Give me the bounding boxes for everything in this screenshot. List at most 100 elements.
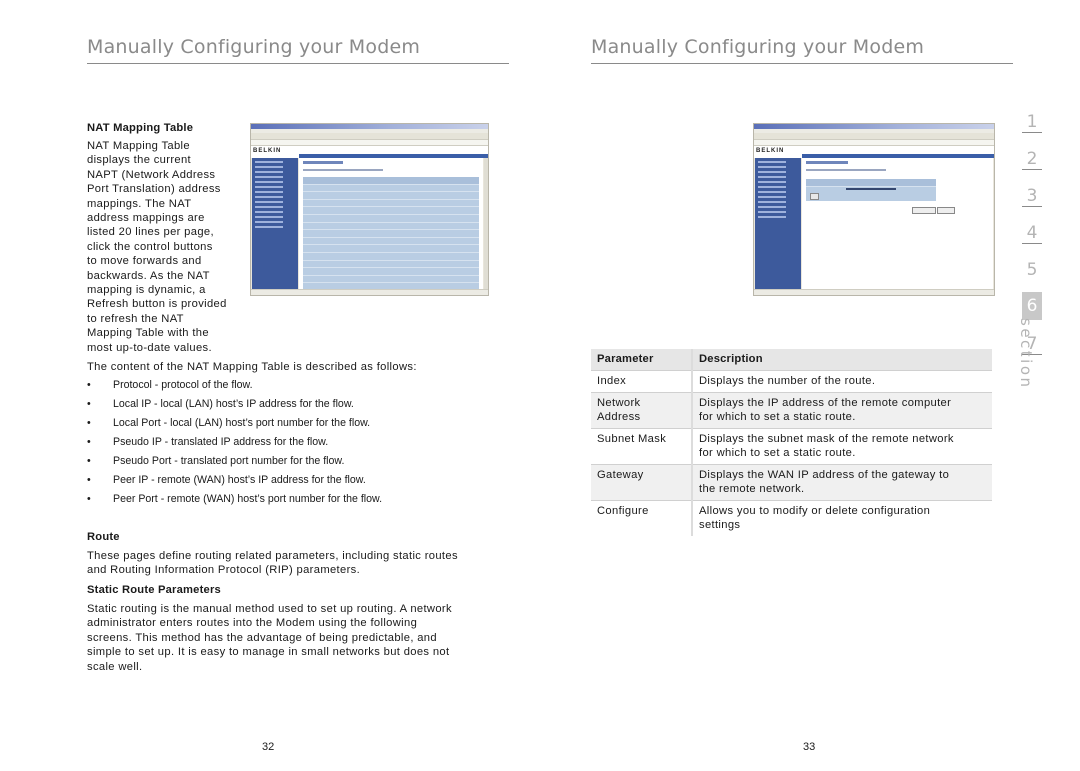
paragraph-line: scale well. <box>87 660 143 673</box>
paragraph-line: NAPT (Network Address <box>87 168 216 181</box>
bullet-icon: • <box>87 417 91 429</box>
browser-scrollbar <box>484 158 488 289</box>
section-tab-6[interactable]: 6 <box>1022 292 1042 320</box>
nat-mapping-screenshot: BELKIN <box>250 123 489 296</box>
list-item-text: Pseudo IP - translated IP address for th… <box>113 436 329 448</box>
static-route-grid <box>806 179 936 201</box>
left-header-rule <box>87 63 509 64</box>
list-item-text: Local IP - local (LAN) host’s IP address… <box>113 398 354 410</box>
static-route-parameter-table: Parameter Description Index Displays the … <box>591 349 992 536</box>
static-route-heading: Static Route Parameters <box>87 584 221 596</box>
browser-status-bar <box>754 289 994 295</box>
section-divider <box>1022 132 1042 133</box>
grid-row <box>303 192 479 200</box>
grid-row <box>303 253 479 261</box>
parameter-cell: Configure <box>591 500 693 536</box>
grid-row <box>303 223 479 231</box>
paragraph-line: click the control buttons <box>87 240 213 253</box>
list-item: • Pseudo IP - translated IP address for t… <box>87 435 507 454</box>
grid-row <box>303 177 479 185</box>
description-cell: Displays the WAN IP address of the gatew… <box>692 464 992 501</box>
belkin-logo: BELKIN <box>253 148 282 154</box>
paragraph-line: Static routing is the manual method used… <box>87 603 452 615</box>
paragraph-line: administrator enters routes into the Mod… <box>87 617 418 630</box>
table-row: Network Address Displays the IP address of… <box>591 392 992 429</box>
router-main-area <box>299 158 483 291</box>
list-item-text: Peer IP - remote (WAN) host’s IP address… <box>113 474 366 486</box>
description-cell: Displays the number of the route. <box>692 370 992 393</box>
list-item: • Protocol - protocol of the flow. <box>87 378 507 397</box>
column-header-description: Description <box>692 349 992 371</box>
browser-toolbar <box>251 133 488 140</box>
section-divider <box>1022 169 1042 170</box>
paragraph-line: most up-to-date values. <box>87 341 212 354</box>
page-number-left: 32 <box>262 741 275 753</box>
router-sidebar <box>755 158 801 289</box>
list-item-text: Pseudo Port - translated port number for… <box>113 455 345 467</box>
right-header-rule <box>591 63 1013 64</box>
add-button <box>937 207 955 214</box>
section-divider <box>1022 243 1042 244</box>
paragraph-line: Refresh button is provided <box>87 298 227 311</box>
bullet-icon: • <box>87 455 91 467</box>
grid-row <box>303 238 479 246</box>
bullet-icon: • <box>87 398 91 410</box>
paragraph-line: NAT Mapping Table <box>87 140 190 152</box>
table-row: Subnet Mask Displays the subnet mask of t… <box>591 428 992 465</box>
parameter-cell: Subnet Mask <box>591 428 693 465</box>
paragraph-line: displays the current <box>87 154 192 167</box>
grid-row <box>303 200 479 208</box>
route-heading: Route <box>87 531 120 543</box>
list-item: • Pseudo Port - translated port number fo… <box>87 454 507 473</box>
description-cell: Displays the subnet mask of the remote n… <box>692 428 992 465</box>
nat-mapping-paragraph: NAT Mapping Table displays the current NAP… <box>87 139 247 355</box>
right-page-header: Manually Configuring your Modem <box>591 36 925 58</box>
parameter-cell: Gateway <box>591 464 693 501</box>
list-item-text: Local Port - local (LAN) host’s port num… <box>113 417 371 429</box>
belkin-logo: BELKIN <box>756 148 785 154</box>
apply-button <box>912 207 936 214</box>
grid-row <box>303 230 479 238</box>
route-paragraph: These pages define routing related param… <box>87 549 507 578</box>
description-cell: Displays the IP address of the remote co… <box>692 392 992 429</box>
paragraph-line: Mapping Table with the <box>87 327 209 340</box>
bullet-icon: • <box>87 379 91 391</box>
grid-row <box>303 245 479 253</box>
column-header-parameter: Parameter <box>591 349 693 371</box>
router-brand-bar: BELKIN <box>754 146 994 158</box>
list-item-text: Protocol - protocol of the flow. <box>113 379 253 391</box>
section-tab-5[interactable]: 5 <box>1022 256 1042 284</box>
list-item: • Peer Port - remote (WAN) host’s port nu… <box>87 492 507 511</box>
paragraph-line: mappings. The NAT <box>87 197 192 210</box>
nat-fields-list: • Protocol - protocol of the flow. • Local … <box>87 378 507 511</box>
bullet-icon: • <box>87 474 91 486</box>
nat-mapping-grid <box>303 177 479 291</box>
paragraph-line: to move forwards and <box>87 255 202 268</box>
paragraph-line: backwards. As the NAT <box>87 269 210 282</box>
grid-row <box>303 207 479 215</box>
list-item: • Local IP - local (LAN) host’s IP addres… <box>87 397 507 416</box>
bullet-icon: • <box>87 493 91 505</box>
paragraph-line: to refresh the NAT <box>87 312 184 325</box>
table-row: Gateway Displays the WAN IP address of th… <box>591 464 992 501</box>
paragraph-line: listed 20 lines per page, <box>87 226 214 239</box>
table-row: Configure Allows you to modify or delete … <box>591 500 992 536</box>
grid-row <box>303 261 479 269</box>
paragraph-line: screens. This method has the advantage o… <box>87 631 437 644</box>
left-page-header: Manually Configuring your Modem <box>87 36 421 58</box>
browser-status-bar <box>251 289 488 295</box>
table-row: Index Displays the number of the route. <box>591 370 992 393</box>
nat-content-intro: The content of the NAT Mapping Table is … <box>87 361 417 373</box>
router-sidebar <box>252 158 298 289</box>
paragraph-line: These pages define routing related param… <box>87 550 458 562</box>
paragraph-line: Port Translation) address <box>87 183 221 196</box>
section-label: section <box>1017 318 1035 390</box>
list-item: • Local Port - local (LAN) host’s port nu… <box>87 416 507 435</box>
grid-row <box>303 185 479 193</box>
nat-mapping-heading: NAT Mapping Table <box>87 122 194 134</box>
static-route-paragraph: Static routing is the manual method used… <box>87 602 507 674</box>
router-brand-bar: BELKIN <box>251 146 488 158</box>
bullet-icon: • <box>87 436 91 448</box>
paragraph-line: mapping is dynamic, a <box>87 284 206 297</box>
page-number-right: 33 <box>803 741 816 753</box>
